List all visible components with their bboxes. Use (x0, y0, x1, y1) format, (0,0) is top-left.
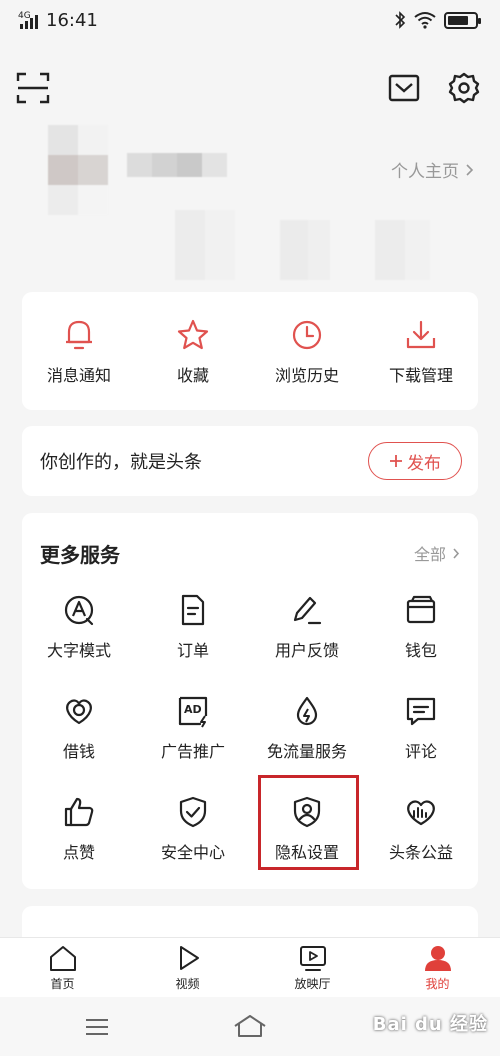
tab-label: 我的 (425, 977, 450, 991)
bluetooth-icon (395, 11, 406, 29)
status-time: 16:41 (46, 10, 98, 31)
wallet-icon (406, 595, 436, 624)
quick-item-notifications[interactable]: 消息通知 (22, 292, 136, 410)
quick-item-downloads[interactable]: 下载管理 (364, 292, 478, 410)
signal-icon: 4G (18, 11, 38, 29)
tab-label: 放映厅 (294, 977, 331, 991)
mail-icon[interactable] (388, 71, 422, 105)
ad-icon: AD (178, 696, 208, 728)
service-comments[interactable]: 评论 (364, 686, 478, 787)
baidu-watermark: Bai du 经验 (372, 1014, 488, 1035)
order-icon (181, 594, 205, 626)
home-nav-icon[interactable] (232, 1013, 268, 1039)
quick-item-label: 消息通知 (46, 366, 111, 385)
service-feedback[interactable]: 用户反馈 (250, 585, 364, 686)
services-all-label: 全部 (413, 545, 446, 564)
tab-label: 视频 (175, 977, 200, 991)
personal-homepage-link[interactable]: 个人主页 (391, 157, 474, 182)
service-label: 大字模式 (46, 641, 111, 660)
profile-icon (424, 946, 451, 971)
clock-icon (292, 320, 322, 350)
wifi-icon (414, 12, 436, 29)
tab-mine[interactable]: 我的 (375, 938, 500, 997)
free-data-icon (296, 696, 318, 726)
tab-theater[interactable]: 放映厅 (250, 938, 375, 997)
username (127, 153, 227, 177)
publish-button[interactable]: 发布 (368, 442, 462, 480)
service-ads[interactable]: AD 广告推广 (136, 686, 250, 787)
creator-slogan: 你创作的，就是头条 (40, 452, 202, 473)
network-type: 4G (18, 11, 31, 21)
publish-label: 发布 (407, 453, 441, 474)
chevron-right-icon (466, 163, 474, 176)
service-label: 订单 (176, 641, 209, 660)
service-label: 免流量服务 (266, 742, 347, 761)
service-free-data[interactable]: 免流量服务 (250, 686, 364, 787)
service-label: 钱包 (404, 641, 437, 660)
service-label: 评论 (404, 742, 437, 761)
plus-icon (390, 455, 402, 467)
home-icon (49, 946, 76, 971)
battery-icon (444, 11, 481, 29)
service-likes[interactable]: 点赞 (22, 787, 136, 888)
quick-item-favorites[interactable]: 收藏 (136, 292, 250, 410)
tab-home[interactable]: 首页 (0, 938, 125, 997)
feedback-icon (293, 596, 322, 625)
scan-icon[interactable] (16, 71, 50, 105)
tab-video[interactable]: 视频 (125, 938, 250, 997)
service-label: 广告推广 (160, 742, 225, 761)
bell-icon (66, 320, 92, 350)
video-icon (179, 946, 199, 970)
services-all-link[interactable]: 全部 (414, 541, 460, 565)
service-label: 点赞 (62, 843, 95, 862)
status-bar: 4G 16:41 (0, 0, 500, 44)
profile-stats (175, 210, 475, 280)
comment-icon (406, 697, 436, 726)
charity-icon (407, 800, 435, 826)
download-icon (406, 320, 436, 349)
quick-item-label: 收藏 (176, 366, 209, 385)
theater-icon (299, 946, 326, 971)
services-title: 更多服务 (40, 543, 120, 567)
chevron-right-icon (453, 547, 460, 559)
large-font-icon (64, 595, 94, 626)
svg-text:AD: AD (184, 703, 202, 716)
quick-actions-card: 消息通知 收藏 浏览历史 下载管理 (22, 292, 478, 410)
service-wallet[interactable]: 钱包 (364, 585, 478, 686)
quick-item-label: 浏览历史 (274, 366, 339, 385)
service-loan[interactable]: 借钱 (22, 686, 136, 787)
avatar[interactable] (48, 125, 108, 215)
shield-check-icon (179, 796, 207, 828)
loan-icon (66, 699, 92, 725)
service-label: 安全中心 (160, 843, 225, 862)
service-large-font[interactable]: 大字模式 (22, 585, 136, 686)
tab-label: 首页 (50, 977, 75, 991)
creator-card: 你创作的，就是头条 发布 (22, 426, 478, 496)
privacy-highlight-box (258, 775, 359, 870)
star-icon (177, 319, 209, 350)
menu-icon[interactable] (84, 1017, 110, 1037)
service-orders[interactable]: 订单 (136, 585, 250, 686)
quick-item-history[interactable]: 浏览历史 (250, 292, 364, 410)
thumbs-up-icon (64, 797, 94, 827)
profile-header[interactable]: 个人主页 (0, 115, 500, 290)
service-label: 借钱 (62, 742, 95, 761)
bottom-tab-bar: 首页 视频 放映厅 我的 (0, 937, 500, 997)
service-security[interactable]: 安全中心 (136, 787, 250, 888)
quick-item-label: 下载管理 (388, 366, 453, 385)
service-label: 用户反馈 (274, 641, 339, 660)
gear-icon[interactable] (447, 71, 481, 105)
personal-homepage-label: 个人主页 (391, 162, 459, 182)
service-charity[interactable]: 头条公益 (364, 787, 478, 888)
more-services-card: 更多服务 全部 大字模式 订单 用户反馈 钱包 借钱 AD 广告推广 免流量服务… (22, 513, 478, 889)
service-label: 头条公益 (388, 843, 453, 862)
